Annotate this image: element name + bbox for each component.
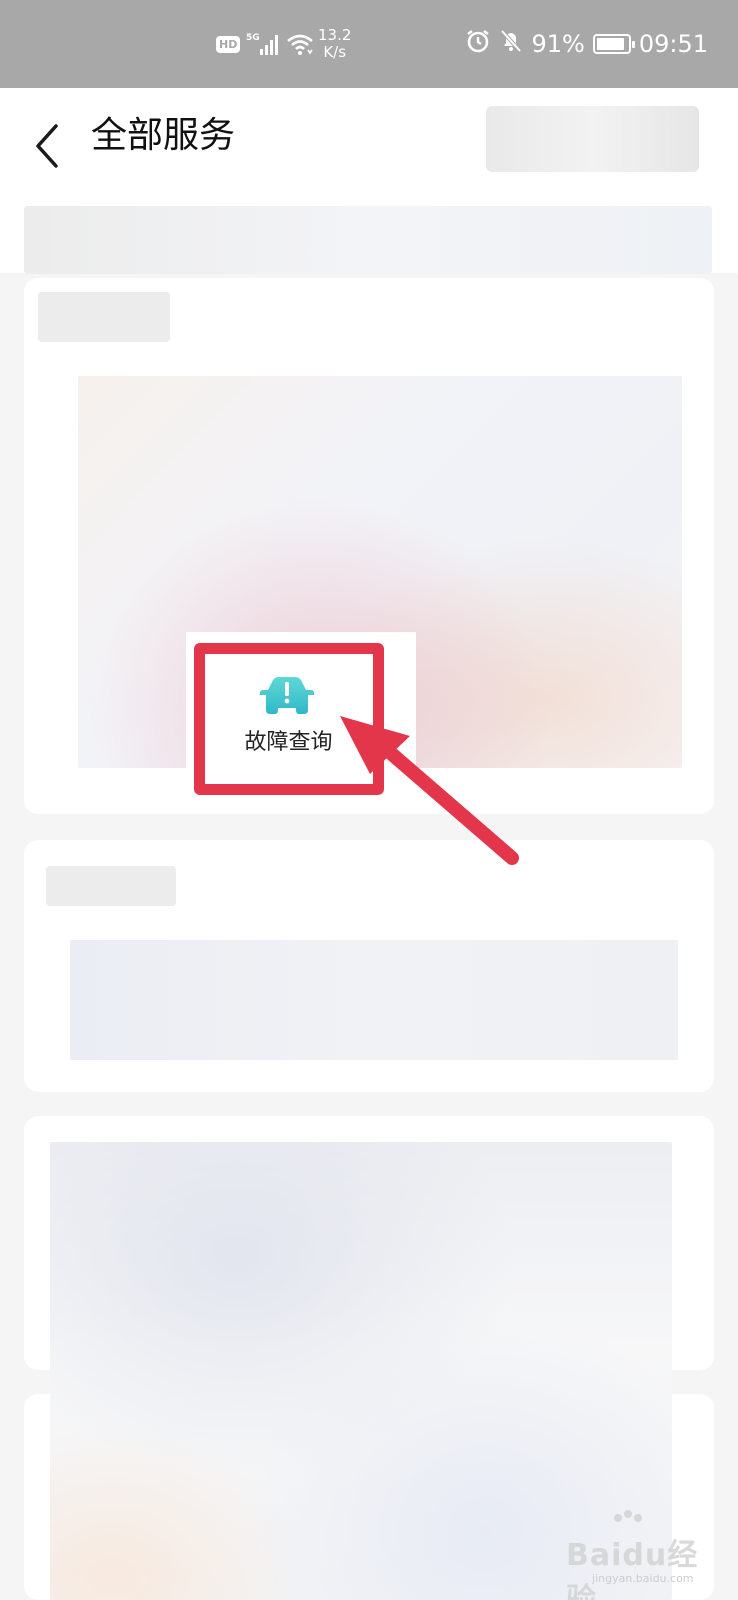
service-grid-blurred — [70, 940, 678, 1060]
watermark-url: jingyan.baidu.com — [592, 1572, 694, 1585]
speed-value: 13.2 — [318, 26, 352, 44]
mute-bell-icon — [499, 28, 523, 60]
header-action-blurred[interactable] — [486, 106, 699, 172]
status-bar: HD 5G 13.2 K/s 91% 09:51 — [0, 0, 738, 88]
search-bar-blurred[interactable] — [24, 206, 712, 274]
speed-unit: K/s — [323, 43, 347, 61]
status-right: 91% 09:51 — [465, 0, 708, 88]
watermark-brand: Baidu经验 — [566, 1538, 699, 1600]
section-title-blurred — [46, 866, 176, 906]
battery-icon — [592, 34, 635, 54]
alarm-icon — [465, 28, 491, 60]
highlight-box — [194, 643, 384, 795]
signal-label: 5G — [246, 33, 260, 43]
back-arrow-icon[interactable] — [30, 118, 66, 174]
wifi-icon — [286, 0, 314, 88]
baidu-watermark: Baidu经验 jingyan.baidu.com — [566, 1510, 716, 1600]
signal-icon: 5G — [246, 0, 280, 88]
section-title-blurred — [38, 292, 170, 342]
network-speed: 13.2 K/s — [318, 0, 351, 88]
battery-percent: 91% — [531, 30, 585, 58]
clock-time: 09:51 — [638, 30, 708, 58]
page-title: 全部服务 — [91, 115, 236, 156]
hd-icon: HD — [216, 0, 241, 88]
